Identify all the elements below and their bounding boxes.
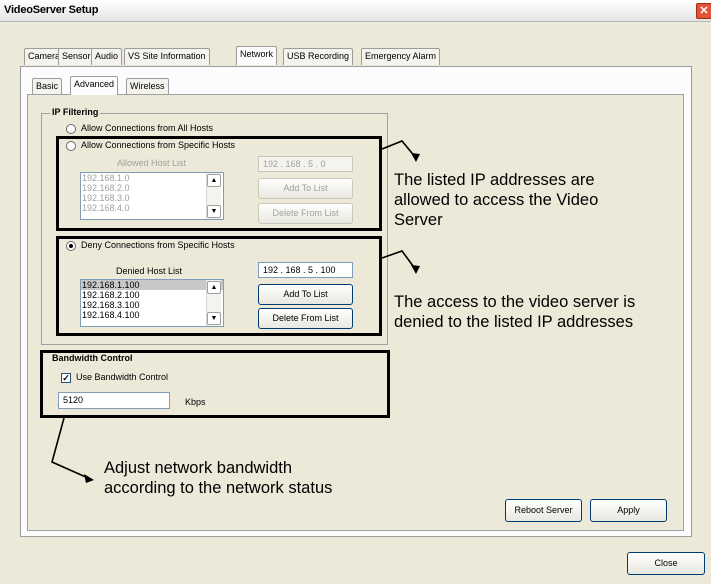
arrowhead-icon: [411, 265, 420, 274]
arrowhead-icon: [411, 153, 420, 162]
setup-window: VideoServer Setup ✕ Camera Sensor Audio …: [0, 0, 711, 584]
denied-arrow-icon: [381, 250, 417, 271]
tab-network[interactable]: Network: [236, 46, 278, 65]
allowed-arrow-icon: [381, 140, 417, 159]
tab-advanced[interactable]: Advanced: [70, 76, 119, 95]
reboot-server-button[interactable]: Reboot Server: [505, 499, 582, 522]
bandwidth-arrow-icon: [51, 417, 89, 479]
close-button[interactable]: Close: [627, 552, 705, 575]
arrowhead-icon: [84, 474, 94, 483]
apply-button[interactable]: Apply: [590, 499, 667, 522]
